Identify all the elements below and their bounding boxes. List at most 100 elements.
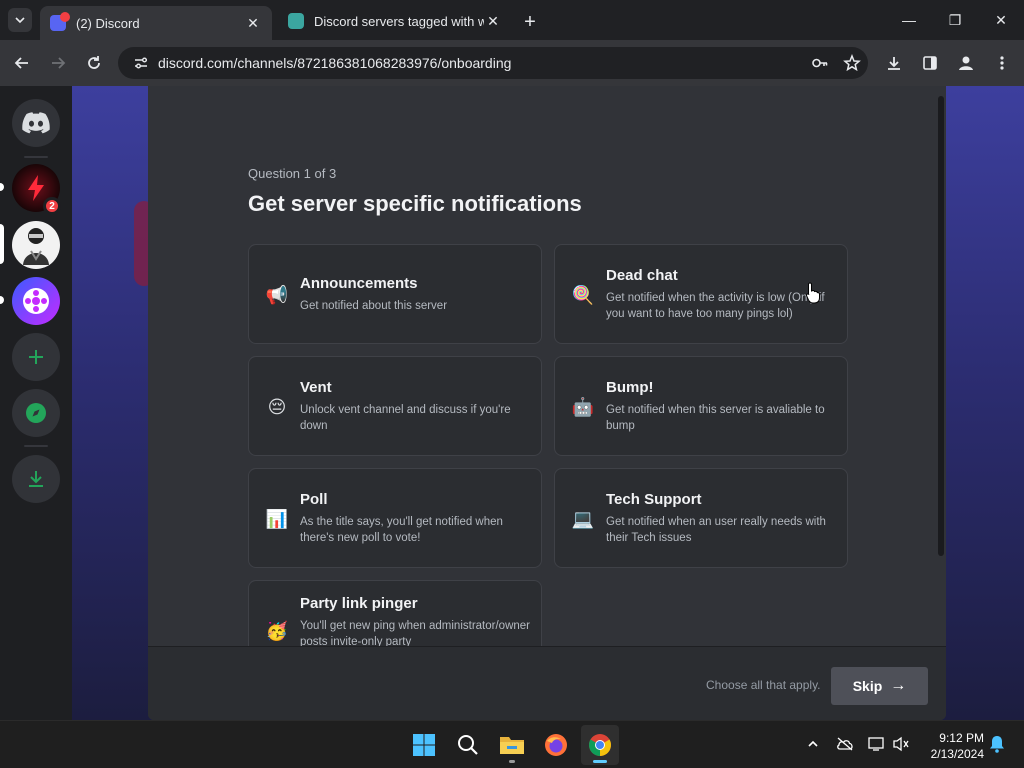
tab-search-button[interactable] [8,8,32,32]
minimize-button[interactable]: — [886,0,932,40]
windows-taskbar: 9:12 PM 2/13/2024 [0,720,1024,768]
close-tab-icon[interactable]: ✕ [484,12,502,30]
question-counter: Question 1 of 3 [248,166,337,181]
footer-hint: Choose all that apply. [706,678,821,692]
address-bar[interactable]: discord.com/channels/872186381068283976/… [118,47,868,79]
selected-pill [0,224,4,264]
firefox-icon [545,734,567,756]
download-icon [888,57,900,70]
disboard-favicon-icon [288,13,304,29]
file-explorer-button[interactable] [493,725,531,765]
option-title: Bump! [606,379,654,396]
chrome-button[interactable] [581,725,619,765]
tab-discord-servers[interactable]: Discord servers tagged with wi ✕ [278,6,512,36]
option-announcements[interactable]: 📢 Announcements Get notified about this … [248,244,542,344]
megaphone-icon: 📢 [265,284,289,305]
chrome-menu-button[interactable] [988,50,1016,76]
bookmark-star-icon[interactable] [836,47,868,79]
download-apps-button[interactable] [12,455,60,503]
show-hidden-icons-button[interactable] [802,733,824,755]
add-server-button[interactable] [12,333,60,381]
option-poll[interactable]: 📊 Poll As the title says, you'll get not… [248,468,542,568]
option-bump[interactable]: 🤖 Bump! Get notified when this server is… [554,356,848,456]
plus-icon [29,350,43,364]
close-tab-icon[interactable]: ✕ [244,14,262,32]
start-button[interactable] [405,725,443,765]
laptop-icon: 💻 [571,508,595,529]
discord-favicon-icon [50,12,70,31]
reload-icon [88,56,100,69]
unread-pill [0,183,4,191]
side-panel-icon [923,56,937,70]
skip-button[interactable]: Skip → [831,667,928,705]
option-description: You'll get new ping when administrator/o… [300,620,530,646]
mention-badge: 2 [43,197,61,215]
restore-button[interactable]: ❐ [932,0,978,40]
bar-chart-icon: 📊 [265,508,289,529]
firefox-button[interactable] [537,725,575,765]
search-icon [458,735,478,755]
profile-button[interactable] [952,50,980,76]
option-description: As the title says, you'll get notified w… [300,516,503,544]
discord-app: 2 Question 1 of 3 Get server specific no… [0,86,1024,720]
search-button[interactable] [449,725,487,765]
active-indicator [593,760,607,763]
server-character-icon[interactable] [12,221,60,269]
tab-title: (2) Discord [76,15,140,31]
kebab-menu-icon [1000,56,1004,70]
close-window-button[interactable]: ✕ [978,0,1024,40]
option-title: Dead chat [606,267,678,284]
onedrive-icon[interactable] [834,733,856,755]
robot-icon: 🤖 [571,396,595,417]
question-title: Get server specific notifications [248,191,582,216]
option-description: Get notified about this server [300,300,448,312]
bell-icon [990,736,1004,753]
chevron-down-icon [15,17,25,24]
taskbar-clock[interactable]: 9:12 PM 2/13/2024 [914,730,984,762]
notifications-button[interactable] [986,733,1008,755]
clock-time: 9:12 PM [939,731,984,745]
option-title: Tech Support [606,491,702,508]
clock-date: 2/13/2024 [930,747,984,761]
tab-discord[interactable]: (2) Discord ✕ [40,6,272,40]
volume-muted-icon[interactable] [890,733,912,755]
option-party-link-pinger[interactable]: 🥳 Party link pinger You'll get new ping … [248,580,542,646]
option-description: Unlock vent channel and discuss if you'r… [300,404,511,432]
modal-scrollbar[interactable] [938,96,944,556]
pensive-face-icon: 😔 [267,396,287,417]
display-icon[interactable] [866,733,888,755]
option-vent[interactable]: 😔 Vent Unlock vent channel and discuss i… [248,356,542,456]
option-tech-support[interactable]: 💻 Tech Support Get notified when an user… [554,468,848,568]
chevron-up-icon [808,740,818,747]
reload-button[interactable] [81,50,107,76]
onboarding-content: Question 1 of 3 Get server specific noti… [148,86,946,646]
site-info-icon[interactable] [126,55,156,71]
explore-servers-button[interactable] [12,389,60,437]
side-panel-button[interactable] [916,50,944,76]
profile-icon [959,56,973,70]
unread-pill [0,296,4,304]
chrome-icon [589,734,611,756]
forward-button[interactable] [45,50,71,76]
password-key-icon[interactable] [804,47,836,79]
downloads-button[interactable] [880,50,908,76]
option-title: Party link pinger [300,595,418,612]
discord-home-button[interactable] [12,99,60,147]
onboarding-modal: Question 1 of 3 Get server specific noti… [148,86,946,720]
folder-icon [500,737,524,754]
running-indicator [509,760,515,763]
download-icon [29,471,43,487]
back-button[interactable] [9,50,35,76]
discord-logo-icon [22,112,50,134]
server-film-icon[interactable] [12,277,60,325]
option-description: Get notified when the activity is low (O… [606,292,825,320]
windows-logo-icon [413,734,435,756]
arrow-left-icon [14,57,28,69]
option-title: Poll [300,491,328,508]
tab-title: Discord servers tagged with wi [314,13,484,29]
option-title: Announcements [300,275,418,292]
option-description: Get notified when this server is avaliab… [606,404,825,432]
option-dead-chat[interactable]: 🍭 Dead chat Get notified when the activi… [554,244,848,344]
new-tab-button[interactable]: + [518,10,542,34]
browser-tab-bar: (2) Discord ✕ Discord servers tagged wit… [0,0,1024,40]
